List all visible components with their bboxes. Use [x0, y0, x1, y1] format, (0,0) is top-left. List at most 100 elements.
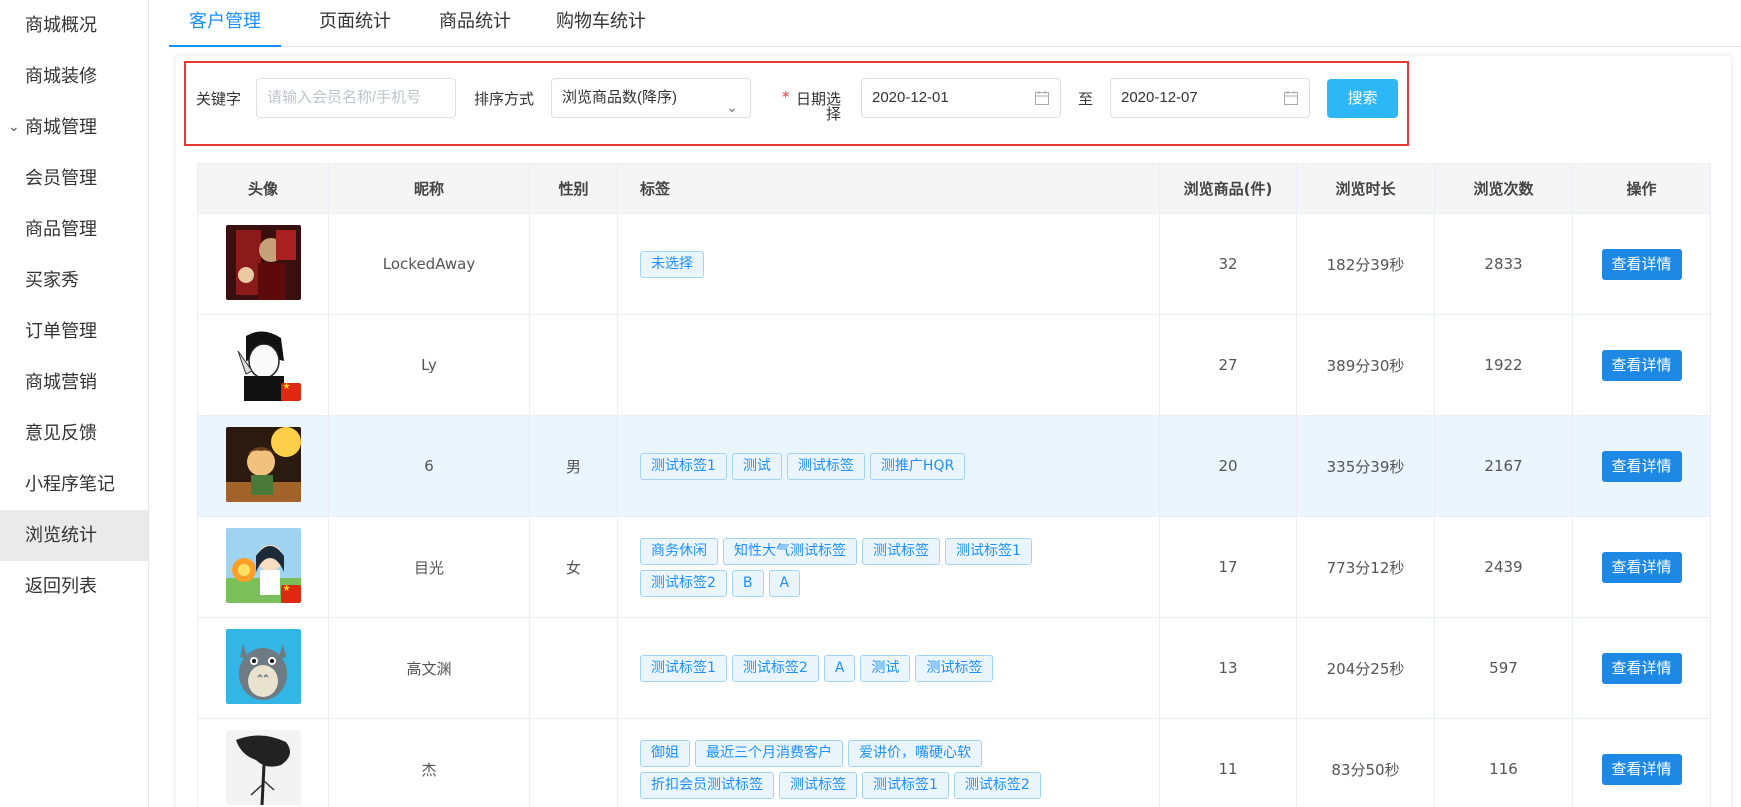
sidebar-item-buyer-show[interactable]: 买家秀	[0, 255, 148, 306]
avatar	[225, 426, 301, 502]
date-start-input[interactable]: 2020-12-01	[861, 78, 1061, 118]
keyword-label: 关键字	[196, 90, 242, 108]
tag: 测试标签2	[953, 771, 1041, 799]
cell-gender	[529, 213, 618, 315]
cell-actions: 查看详情	[1572, 213, 1711, 315]
cell-visit-count: 1922	[1434, 314, 1573, 416]
cell-actions: 查看详情	[1572, 415, 1711, 517]
tag: 最近三个月消费客户	[695, 739, 843, 767]
date-separator: 至	[1078, 90, 1094, 108]
sidebar-item-mall-decoration[interactable]: 商城装修	[0, 51, 148, 102]
cell-tags: 测试标签1 测试标签2 A 测试 测试标签	[617, 617, 1160, 719]
sidebar-item-mall-management[interactable]: ⌄ 商城管理	[0, 102, 148, 153]
view-details-button[interactable]: 查看详情	[1601, 753, 1682, 785]
cell-avatar	[197, 718, 329, 807]
tag: B	[731, 569, 764, 597]
date-end-input[interactable]: 2020-12-07	[1110, 78, 1310, 118]
cell-visit-count: 2167	[1434, 415, 1573, 517]
cell-goods-viewed: 32	[1159, 213, 1297, 315]
tag-list: 测试标签1 测试 测试标签 测推广HQR	[640, 452, 1080, 480]
cell-gender: 男	[529, 415, 618, 517]
sidebar-item-miniprogram-notes[interactable]: 小程序笔记	[0, 459, 148, 510]
sidebar-item-member-management[interactable]: 会员管理	[0, 153, 148, 204]
tag-list: 商务休闲 知性大气测试标签 测试标签 测试标签1 测试标签2 B A	[640, 537, 1080, 597]
tag-list: 测试标签1 测试标签2 A 测试 测试标签	[640, 654, 1080, 682]
date-start-value: 2020-12-01	[872, 89, 949, 106]
tag: 测试	[860, 654, 911, 682]
header-actions: 操作	[1572, 163, 1711, 214]
sidebar-item-mall-overview[interactable]: 商城概况	[0, 0, 148, 51]
cell-nickname: LockedAway	[328, 213, 530, 315]
cell-tags: 商务休闲 知性大气测试标签 测试标签 测试标签1 测试标签2 B A	[617, 516, 1160, 618]
tab-product-stats[interactable]: 商品统计	[419, 0, 531, 47]
cell-nickname: 杰	[328, 718, 530, 807]
tag: 测试标签	[862, 537, 940, 565]
cell-duration: 389分30秒	[1296, 314, 1435, 416]
keyword-input[interactable]	[256, 78, 456, 118]
tab-customer-management[interactable]: 客户管理	[169, 0, 281, 47]
cell-gender	[529, 314, 618, 416]
cell-actions: 查看详情	[1572, 314, 1711, 416]
table-row: Ly 27389分30秒1922 查看详情	[197, 314, 1711, 416]
calendar-icon	[1035, 91, 1049, 105]
view-details-button[interactable]: 查看详情	[1601, 450, 1682, 482]
sidebar-item-product-management[interactable]: 商品管理	[0, 204, 148, 255]
avatar	[225, 527, 301, 603]
header-avatar: 头像	[197, 163, 329, 214]
tag: 商务休闲	[640, 537, 718, 565]
sidebar-item-back-to-list[interactable]: 返回列表	[0, 561, 148, 612]
cell-duration: 335分39秒	[1296, 415, 1435, 517]
tag: 测试标签1	[640, 452, 727, 480]
tag: 折扣会员测试标签	[640, 771, 774, 799]
sidebar-item-mall-marketing[interactable]: 商城营销	[0, 357, 148, 408]
chevron-down-icon: ⌄	[8, 119, 20, 135]
cell-actions: 查看详情	[1572, 617, 1711, 719]
cell-tags	[617, 314, 1160, 416]
avatar	[225, 628, 301, 704]
sidebar-item-label: 会员管理	[25, 168, 97, 189]
tab-cart-stats[interactable]: 购物车统计	[536, 0, 666, 47]
tab-page-stats[interactable]: 页面统计	[299, 0, 411, 47]
cell-visit-count: 2833	[1434, 213, 1573, 315]
sidebar-item-feedback[interactable]: 意见反馈	[0, 408, 148, 459]
cell-avatar	[197, 516, 329, 618]
cell-nickname: 目光	[328, 516, 530, 618]
sidebar-item-label: 商城管理	[25, 117, 97, 138]
header-goods-viewed: 浏览商品(件)	[1159, 163, 1297, 214]
cell-goods-viewed: 17	[1159, 516, 1297, 618]
sidebar-item-label: 浏览统计	[25, 525, 97, 546]
tag: 御姐	[640, 739, 690, 767]
sidebar-item-browse-stats[interactable]: 浏览统计	[0, 510, 148, 561]
tag: 测试标签1	[640, 654, 727, 682]
cell-avatar	[197, 617, 329, 719]
cell-actions: 查看详情	[1572, 516, 1711, 618]
tag: 测试标签1	[945, 537, 1032, 565]
cell-avatar	[197, 314, 329, 416]
search-button[interactable]: 搜索	[1327, 79, 1398, 118]
cell-nickname: 6	[328, 415, 530, 517]
cell-tags: 未选择	[617, 213, 1160, 315]
avatar	[225, 224, 301, 300]
keyword-field[interactable]	[267, 89, 445, 106]
china-flag-icon	[280, 382, 301, 401]
sort-select[interactable]: 浏览商品数(降序) ⌄	[551, 78, 751, 118]
cell-duration: 83分50秒	[1296, 718, 1435, 807]
header-nickname: 昵称	[328, 163, 530, 214]
view-details-button[interactable]: 查看详情	[1601, 551, 1682, 583]
view-details-button[interactable]: 查看详情	[1601, 248, 1682, 280]
sidebar-item-label: 意见反馈	[25, 423, 97, 444]
cell-avatar	[197, 213, 329, 315]
required-mark: *	[782, 88, 790, 106]
calendar-icon	[1284, 91, 1298, 105]
date-label-line2: 择	[826, 105, 842, 123]
table-header-row: 头像 昵称 性别 标签 浏览商品(件) 浏览时长 浏览次数 操作	[197, 163, 1711, 214]
tag: A	[768, 569, 801, 597]
tag: 测试标签2	[640, 569, 727, 597]
view-details-button[interactable]: 查看详情	[1601, 652, 1682, 684]
avatar	[225, 729, 301, 805]
sidebar-item-order-management[interactable]: 订单管理	[0, 306, 148, 357]
date-end-value: 2020-12-07	[1121, 89, 1198, 106]
header-duration: 浏览时长	[1296, 163, 1435, 214]
view-details-button[interactable]: 查看详情	[1601, 349, 1682, 381]
header-tags: 标签	[617, 163, 1160, 214]
